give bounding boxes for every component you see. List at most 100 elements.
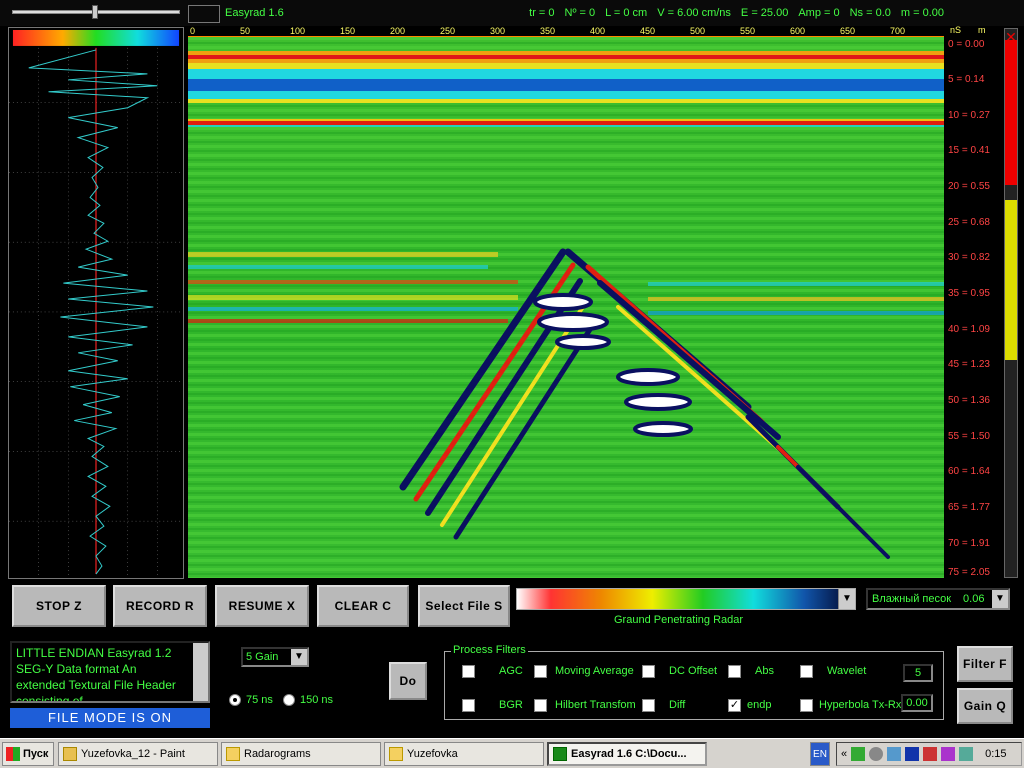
taskbar: Пуск Yuzefovka_12 - Paint Radarograms Yu…: [0, 738, 1024, 768]
parameter-readout: tr = 0 Nº = 0 L = 0 cm V = 6.00 cm/ns E …: [529, 7, 944, 19]
param-tr: tr = 0: [529, 7, 555, 19]
hyperbola-value-input[interactable]: 0.00: [901, 694, 933, 712]
bgr-label: BGR: [499, 699, 523, 711]
app-title: Easyrad 1.6: [225, 7, 284, 19]
chevron-down-icon[interactable]: ▼: [992, 590, 1008, 608]
soil-value: 0.06: [963, 593, 985, 605]
tray-app-icon[interactable]: [869, 747, 884, 761]
endp-checkbox[interactable]: ✓: [728, 699, 741, 712]
endp-label: endp: [747, 699, 772, 711]
tray-app-icon[interactable]: [923, 747, 938, 761]
task-easyrad[interactable]: Easyrad 1.6 C:\Docu...: [547, 742, 707, 766]
tray-app-icon[interactable]: [905, 747, 920, 761]
depth-tick: 30 = 0.82: [948, 252, 990, 263]
radio-75ns[interactable]: [229, 694, 241, 706]
dc-offset-label: DC Offset: [669, 665, 718, 677]
x-axis: 0 50 100 150 200 250 300 350 400 450 500…: [188, 26, 944, 37]
windows-logo-icon: [6, 747, 20, 761]
depth-tick: 20 = 0.55: [948, 181, 990, 192]
close-icon[interactable]: ✕: [1005, 30, 1017, 44]
x-tick: 300: [490, 26, 506, 36]
palette-label: Graund Penetrating Radar: [614, 614, 744, 626]
depth-tick: 45 = 1.23: [948, 359, 990, 370]
depth-tick: 15 = 0.41: [948, 145, 990, 156]
tray-app-icon[interactable]: [941, 747, 956, 761]
language-indicator[interactable]: EN: [810, 742, 830, 766]
diff-checkbox[interactable]: [642, 699, 655, 712]
chevron-down-icon[interactable]: ▼: [291, 649, 307, 665]
moving-average-checkbox[interactable]: [534, 665, 547, 678]
stop-button[interactable]: STOP Z: [12, 585, 106, 627]
x-tick: 0: [190, 26, 196, 36]
do-button[interactable]: Do: [389, 662, 427, 700]
hilbert-checkbox[interactable]: [534, 699, 547, 712]
depth-tick: 75 = 2.05: [948, 567, 990, 578]
depth-tick: 60 = 1.64: [948, 466, 990, 477]
param-ns: Ns = 0.0: [849, 7, 891, 19]
level-bar-yellow[interactable]: [1005, 200, 1017, 360]
abs-label: Abs: [755, 665, 774, 677]
palette-select[interactable]: [516, 588, 856, 610]
x-tick: 500: [690, 26, 706, 36]
trace-plot: [9, 29, 183, 578]
filter-button[interactable]: Filter F: [957, 646, 1013, 682]
radio-75ns-label: 75 ns: [246, 694, 273, 706]
trace-slider-thumb[interactable]: [92, 5, 98, 19]
app-logo-icon: [188, 5, 220, 23]
radio-150ns[interactable]: [283, 694, 295, 706]
radargram-image: [188, 37, 944, 578]
param-e: E = 25.00: [740, 7, 789, 19]
radargram-view[interactable]: [188, 37, 944, 578]
agc-checkbox[interactable]: [462, 665, 475, 678]
param-amp: Amp = 0: [798, 7, 840, 19]
depth-tick: 25 = 0.68: [948, 217, 990, 228]
folder-icon: [389, 747, 403, 761]
x-tick: 100: [290, 26, 306, 36]
file-header-content: LITTLE ENDIAN Easyrad 1.2 SEG-Y Data for…: [16, 646, 176, 703]
tray-monitor-icon[interactable]: [959, 747, 974, 761]
task-label: Yuzefovka_12 - Paint: [81, 748, 185, 760]
soil-name: Влажный песок: [872, 593, 952, 605]
tray-network-icon[interactable]: [887, 747, 902, 761]
info-scrollbar[interactable]: [193, 643, 208, 701]
wavelet-checkbox[interactable]: [800, 665, 813, 678]
y-unit-m: m: [978, 25, 986, 35]
hyperbola-checkbox[interactable]: [800, 699, 813, 712]
start-button[interactable]: Пуск: [2, 742, 54, 766]
select-file-button[interactable]: Select File S: [418, 585, 510, 627]
abs-checkbox[interactable]: [728, 665, 741, 678]
depth-tick: 0 = 0.00: [948, 39, 985, 50]
param-l: L = 0 cm: [605, 7, 648, 19]
depth-tick: 65 = 1.77: [948, 502, 990, 513]
task-radarograms[interactable]: Radarograms: [221, 742, 381, 766]
gain-button[interactable]: Gain Q: [957, 688, 1013, 724]
wavelet-label: Wavelet: [827, 665, 867, 677]
x-tick: 250: [440, 26, 456, 36]
y-unit-ns: nS: [950, 25, 962, 35]
wavelet-value-input[interactable]: 5: [903, 664, 933, 682]
soil-type-select[interactable]: Влажный песок 0.06: [866, 588, 1010, 610]
paint-icon: [63, 747, 77, 761]
depth-tick: 35 = 0.95: [948, 288, 990, 299]
radio-150ns-label: 150 ns: [300, 694, 334, 706]
x-tick: 650: [840, 26, 856, 36]
moving-average-label: Moving Average: [555, 665, 634, 677]
tray-expand-icon[interactable]: «: [841, 748, 847, 760]
x-tick: 600: [790, 26, 806, 36]
dc-offset-checkbox[interactable]: [642, 665, 655, 678]
start-label: Пуск: [23, 748, 49, 760]
resume-button[interactable]: RESUME X: [215, 585, 309, 627]
depth-tick: 10 = 0.27: [948, 110, 990, 121]
clear-button[interactable]: CLEAR C: [317, 585, 409, 627]
bgr-checkbox[interactable]: [462, 699, 475, 712]
tray-app-icon[interactable]: [851, 747, 866, 761]
task-yuzefovka[interactable]: Yuzefovka: [384, 742, 544, 766]
x-tick: 450: [640, 26, 656, 36]
task-paint[interactable]: Yuzefovka_12 - Paint: [58, 742, 218, 766]
x-tick: 50: [240, 26, 251, 36]
chevron-down-icon[interactable]: ▼: [838, 589, 855, 609]
x-tick: 700: [890, 26, 906, 36]
easyrad-app-icon: [553, 747, 567, 761]
record-button[interactable]: RECORD R: [113, 585, 207, 627]
level-bar-red: [1005, 40, 1017, 185]
